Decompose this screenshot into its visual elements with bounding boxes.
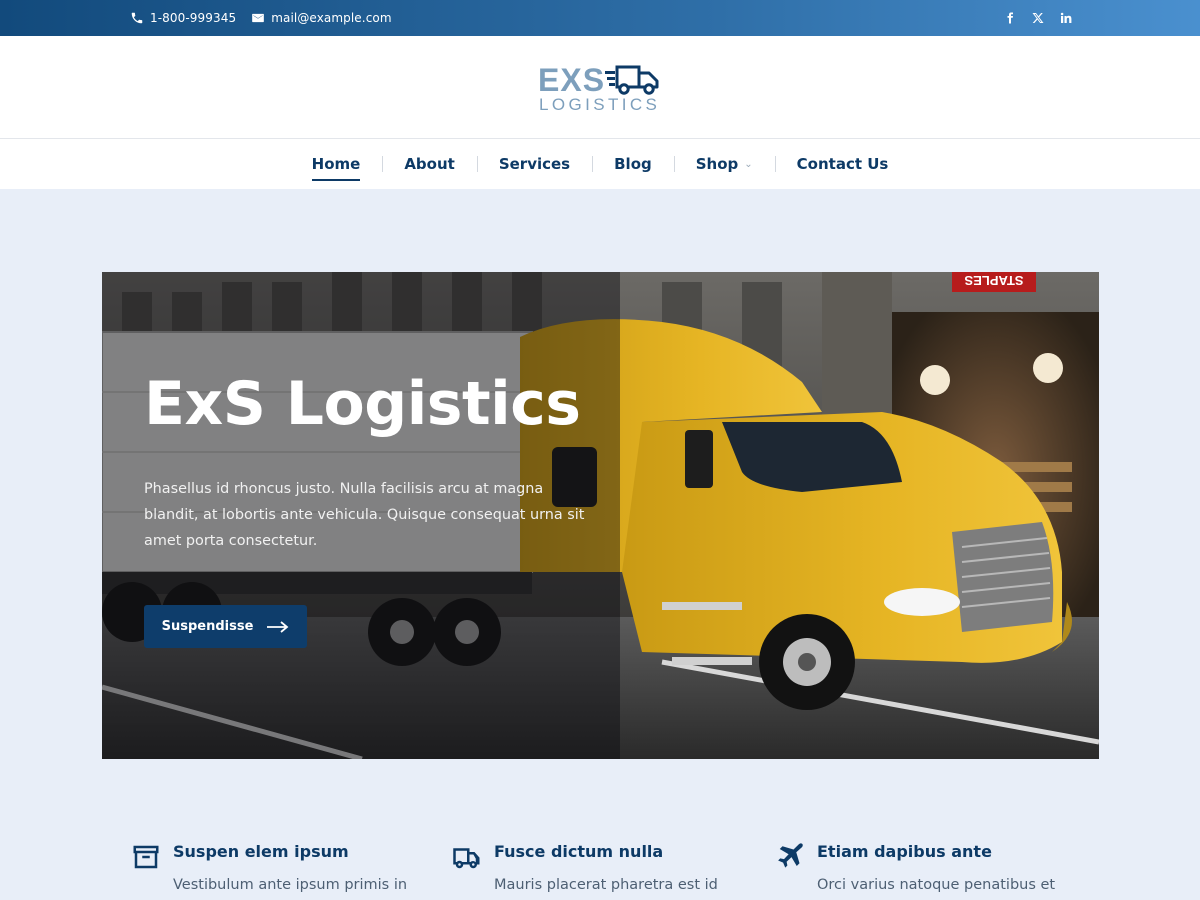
linkedin-link[interactable]: [1060, 12, 1072, 24]
feature-text: Mauris placerat pharetra est id: [494, 877, 718, 893]
facebook-icon: [1007, 12, 1013, 24]
logo-wordmark: EXS: [538, 62, 606, 98]
facebook-link[interactable]: [1004, 12, 1016, 24]
hero-description: Phasellus id rhoncus justo. Nulla facili…: [144, 481, 585, 549]
nav-item-home[interactable]: Home: [290, 139, 383, 189]
nav-label: Contact Us: [796, 155, 889, 173]
arrow-right-icon: [267, 620, 289, 633]
main-navigation: Home About Services Blog Shop ⌄ Contact …: [0, 139, 1200, 189]
feature-text: Vestibulum ante ipsum primis in: [173, 877, 408, 893]
x-twitter-icon: [1032, 13, 1044, 23]
feature-title: Suspen elem ipsum: [173, 842, 349, 861]
feature-item: Etiam dapibus ante Orci varius natoque p…: [775, 842, 1075, 900]
archive-box-icon: [133, 845, 159, 869]
nav-item-services[interactable]: Services: [476, 139, 592, 189]
feature-title: Fusce dictum nulla: [494, 842, 664, 861]
mail-icon: [252, 13, 265, 23]
feature-title: Etiam dapibus ante: [817, 842, 992, 861]
social-links: [1004, 0, 1072, 36]
hero-banner: STAPLES ExS Logistics Phasellus id rhonc…: [102, 272, 1099, 759]
phone-icon: [131, 12, 143, 24]
nav-item-shop[interactable]: Shop ⌄: [673, 139, 775, 189]
x-twitter-link[interactable]: [1032, 12, 1044, 24]
email-link[interactable]: mail@example.com: [251, 11, 392, 25]
nav-label: About: [404, 155, 455, 173]
nav-menu: Home About Services Blog Shop ⌄ Contact …: [0, 139, 1200, 189]
nav-label: Blog: [614, 155, 652, 173]
feature-item: Suspen elem ipsum Vestibulum ante ipsum …: [131, 842, 431, 900]
hero-title: ExS Logistics: [144, 369, 581, 439]
nav-label: Services: [498, 155, 571, 173]
nav-item-contact-us[interactable]: Contact Us: [774, 139, 911, 189]
phone-link[interactable]: 1-800-999345: [130, 11, 236, 25]
truck-icon: [453, 848, 480, 869]
site-header: EXS LOGISTICS: [0, 36, 1200, 139]
hero-cta-button[interactable]: Suspendisse: [144, 605, 307, 648]
logo-top-row: EXS: [538, 64, 661, 96]
nav-item-blog[interactable]: Blog: [592, 139, 674, 189]
feature-item: Fusce dictum nulla Mauris placerat phare…: [452, 842, 752, 900]
top-bar: 1-800-999345 mail@example.com: [0, 0, 1200, 36]
nav-item-about[interactable]: About: [382, 139, 477, 189]
features-section: Suspen elem ipsum Vestibulum ante ipsum …: [0, 830, 1200, 900]
logo-subtitle: LOGISTICS: [539, 95, 661, 114]
store-sign: STAPLES: [964, 273, 1023, 288]
hero-cta-label: Suspendisse: [161, 619, 254, 634]
truck-icon: [605, 65, 659, 95]
feature-icon-wrapper: [452, 842, 484, 874]
feature-icon-wrapper: [775, 842, 807, 874]
nav-label: Shop: [695, 155, 739, 173]
phone-number: 1-800-999345: [150, 11, 237, 25]
contact-info: 1-800-999345 mail@example.com: [130, 0, 407, 36]
nav-label: Home: [311, 155, 361, 181]
linkedin-icon: [1060, 12, 1072, 23]
feature-icon-wrapper: [131, 842, 163, 874]
email-address: mail@example.com: [271, 11, 392, 25]
airplane-icon: [778, 843, 803, 868]
chevron-down-icon[interactable]: ⌄: [744, 159, 752, 170]
site-logo[interactable]: EXS LOGISTICS: [538, 64, 664, 114]
feature-text: Orci varius natoque penatibus et: [817, 877, 1056, 893]
